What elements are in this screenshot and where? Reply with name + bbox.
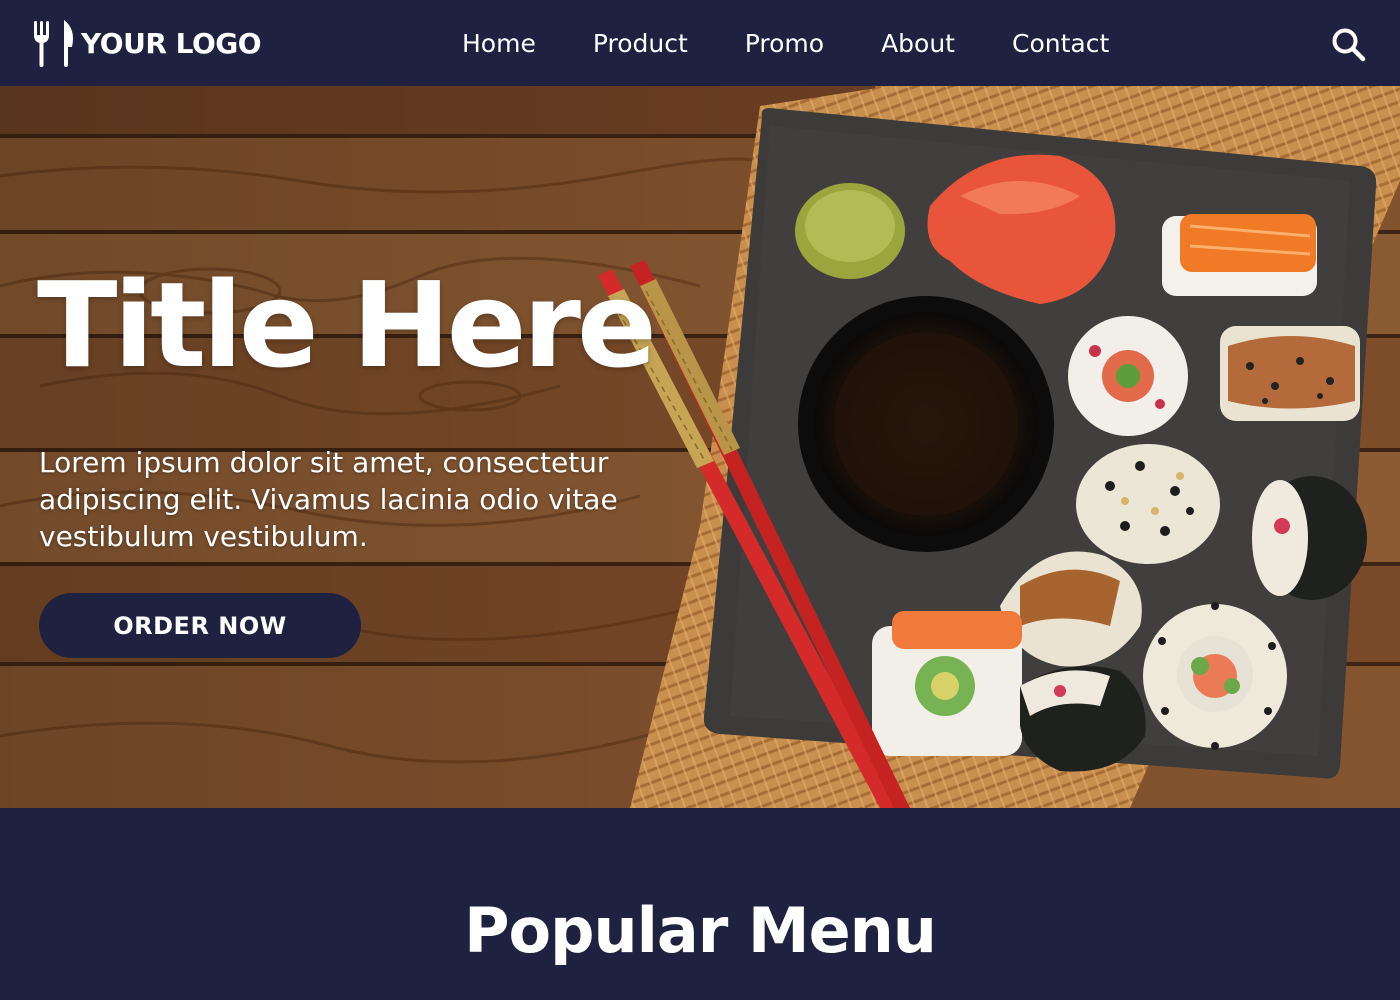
nav-promo[interactable]: Promo: [745, 29, 824, 58]
fork-knife-icon: [34, 20, 73, 67]
popular-menu-title: Popular Menu: [464, 894, 937, 967]
logo[interactable]: YOUR LOGO: [32, 17, 262, 69]
nav-home[interactable]: Home: [462, 29, 536, 58]
order-now-button[interactable]: ORDER NOW: [39, 593, 361, 658]
popular-menu-section: Popular Menu: [0, 808, 1400, 1000]
hero-title: Title Here: [37, 256, 657, 394]
search-icon: [1332, 28, 1366, 62]
nav-about[interactable]: About: [881, 29, 955, 58]
logo-text: YOUR LOGO: [81, 26, 262, 60]
hero-subtitle: Lorem ipsum dolor sit amet, consectetur …: [39, 446, 618, 553]
nav-product[interactable]: Product: [593, 29, 688, 58]
navbar: YOUR LOGO Home Product Promo About Conta…: [0, 0, 1400, 86]
search-button[interactable]: [1330, 26, 1366, 62]
main-nav: Home Product Promo About Contact: [433, 24, 1137, 62]
nav-contact[interactable]: Contact: [1012, 29, 1109, 58]
hero-section: Title Here Lorem ipsum dolor sit amet, c…: [0, 86, 1400, 808]
